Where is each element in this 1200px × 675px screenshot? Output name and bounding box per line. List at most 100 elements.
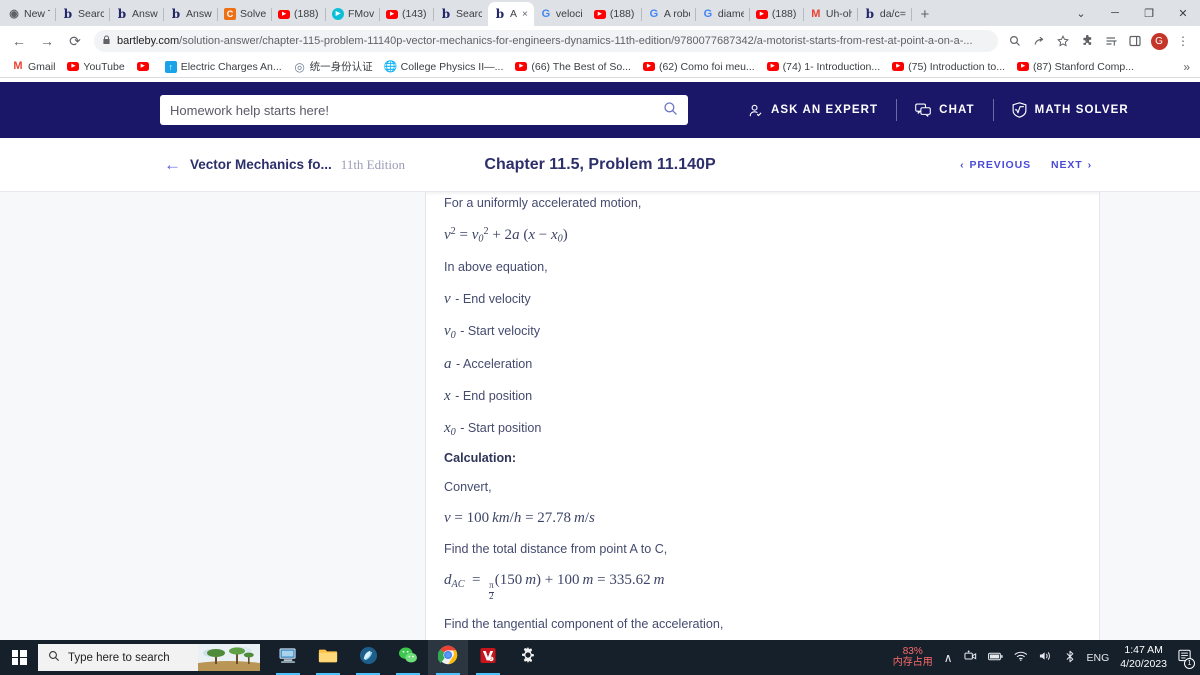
bookmark-star-icon[interactable] <box>1052 28 1074 54</box>
maximize-button[interactable]: ❐ <box>1132 0 1166 26</box>
file-explorer-app-button[interactable] <box>308 640 348 675</box>
zoom-icon[interactable] <box>1004 28 1026 54</box>
tab-label: (188) Y <box>771 8 798 20</box>
clock[interactable]: 1:47 AM 4/20/2023 <box>1120 644 1167 670</box>
browser-tab[interactable]: ◉ New T <box>2 2 56 26</box>
youtube-icon <box>386 9 398 19</box>
previous-button[interactable]: ‹ PREVIOUS <box>960 159 1031 171</box>
browser-tab[interactable]: (188) Y <box>750 2 804 26</box>
memory-label: 内存占用 <box>892 656 933 668</box>
browser-tab[interactable]: (188) Y <box>588 2 642 26</box>
chrome-icon <box>437 645 458 670</box>
bookmarks-overflow-icon[interactable]: » <box>1183 60 1194 74</box>
browser-tab[interactable]: G A robo <box>642 2 696 26</box>
tab-search-icon[interactable]: ⌄ <box>1064 0 1098 26</box>
vmware-app-button[interactable]: 2 <box>468 640 508 675</box>
bookmark-item[interactable]: (87) Stanford Comp... <box>1011 61 1140 73</box>
search-icon[interactable] <box>663 101 678 119</box>
close-window-button[interactable]: ✕ <box>1166 0 1200 26</box>
show-hidden-icons-chevron[interactable]: ∧ <box>944 651 953 665</box>
side-panel-icon[interactable] <box>1124 28 1146 54</box>
camera-icon[interactable] <box>963 650 977 665</box>
expert-icon <box>748 103 763 118</box>
bookmark-item[interactable]: (74) 1- Introduction... <box>761 61 886 73</box>
memory-usage-indicator[interactable]: 83% 内存占用 <box>892 646 933 668</box>
bartleby-page: Homework help starts here! ASK AN EXPERT <box>0 82 1200 640</box>
bookmark-item[interactable] <box>131 62 159 71</box>
search-icon <box>48 650 60 665</box>
bookmarks-bar: M Gmail YouTube Electric Charges An... 统… <box>0 56 1200 78</box>
solution-panel: For a uniformly accelerated motion, v2 =… <box>425 192 1100 640</box>
back-to-book-link[interactable]: ← Vector Mechanics fo... 11th Edition <box>164 155 405 175</box>
settings-app-button[interactable] <box>508 640 548 675</box>
browser-tab-active[interactable]: b A × <box>488 2 534 26</box>
bookmark-label: Gmail <box>28 60 56 73</box>
bookmark-label: (66) The Best of So... <box>531 60 631 73</box>
equation-kinematic: v2 = v02 + 2a (x − x0) <box>444 226 568 245</box>
definition-row: v - End velocity <box>444 290 1071 308</box>
ask-an-expert-button[interactable]: ASK AN EXPERT <box>730 103 896 118</box>
chat-label: CHAT <box>939 104 975 116</box>
extensions-icon[interactable] <box>1076 28 1098 54</box>
youtube-icon <box>892 62 905 71</box>
browser-tab[interactable]: b Answe <box>164 2 218 26</box>
explorer-app-button[interactable] <box>268 640 308 675</box>
battery-icon[interactable] <box>987 651 1003 665</box>
volume-icon[interactable] <box>1039 650 1053 665</box>
bookmark-label: (62) Como foi meu... <box>658 60 755 73</box>
browser-tab[interactable]: b Search <box>56 2 110 26</box>
chat-button[interactable]: CHAT <box>897 103 993 117</box>
bookmark-item[interactable]: (75) Introduction to... <box>886 61 1011 73</box>
wifi-icon[interactable] <box>1014 650 1028 665</box>
close-icon[interactable]: × <box>522 9 528 20</box>
chevron-left-icon: ‹ <box>960 158 965 171</box>
taskbar-search-input[interactable]: Type here to search <box>38 644 260 671</box>
language-indicator[interactable]: ENG <box>1087 652 1110 664</box>
browser-tab[interactable]: FMovi <box>326 2 380 26</box>
notification-center-icon[interactable]: 1 <box>1178 649 1195 669</box>
share-icon[interactable] <box>1028 28 1050 54</box>
site-search-input[interactable]: Homework help starts here! <box>160 95 688 125</box>
tab-label: da/c= <box>879 8 906 20</box>
browser-tab[interactable]: b Search <box>434 2 488 26</box>
math-solver-icon <box>1012 102 1027 118</box>
bookmark-item[interactable]: (62) Como foi meu... <box>637 61 761 73</box>
minimize-button[interactable]: ─ <box>1098 0 1132 26</box>
wechat-app-button[interactable] <box>388 640 428 675</box>
browser-tab[interactable]: (188) T <box>272 2 326 26</box>
forward-button[interactable]: → <box>34 28 60 54</box>
bookmark-item[interactable]: Electric Charges An... <box>159 60 288 73</box>
browser-tab[interactable]: M Uh-oh <box>804 2 858 26</box>
browser-tab[interactable]: b Answe <box>110 2 164 26</box>
url-host: bartleby.com <box>117 35 180 47</box>
bookmark-item[interactable]: 统一身份认证 <box>288 59 379 74</box>
bartleby-icon: b <box>117 7 127 21</box>
browser-tab[interactable]: b da/c= <box>858 2 912 26</box>
back-button[interactable]: ← <box>6 28 32 54</box>
start-button[interactable] <box>0 640 38 675</box>
browser-tab[interactable]: G diame <box>696 2 750 26</box>
address-bar[interactable]: bartleby.com/solution-answer/chapter-115… <box>94 30 998 52</box>
browser-tab[interactable]: G velocit <box>534 2 588 26</box>
new-tab-button[interactable]: + <box>912 2 938 26</box>
reload-button[interactable]: ⟳ <box>62 28 88 54</box>
browser-tab[interactable]: C Solved <box>218 2 272 26</box>
reading-list-icon[interactable] <box>1100 28 1122 54</box>
calculation-heading: Calculation: <box>444 451 517 466</box>
bookmark-item[interactable]: College Physics II—... <box>379 60 510 73</box>
math-solver-button[interactable]: MATH SOLVER <box>994 102 1147 118</box>
system-tray: 83% 内存占用 ∧ ENG 1:47 AM 4/20/2023 1 <box>893 644 1200 670</box>
fmovies-icon <box>332 8 344 20</box>
v-icon: 2 <box>479 647 497 669</box>
profile-avatar[interactable]: G <box>1148 28 1170 54</box>
bookmark-item[interactable]: M Gmail <box>6 61 61 73</box>
next-button[interactable]: NEXT › <box>1051 159 1092 171</box>
chrome-app-button[interactable] <box>428 640 468 675</box>
bookmark-item[interactable]: (66) The Best of So... <box>509 61 637 73</box>
tab-label: Search <box>456 8 482 20</box>
browser-app-button[interactable] <box>348 640 388 675</box>
browser-tab[interactable]: (143) F <box>380 2 434 26</box>
bookmark-item[interactable]: YouTube <box>61 61 130 73</box>
chrome-menu-icon[interactable]: ⋮ <box>1172 28 1194 54</box>
bluetooth-icon[interactable] <box>1064 650 1076 666</box>
